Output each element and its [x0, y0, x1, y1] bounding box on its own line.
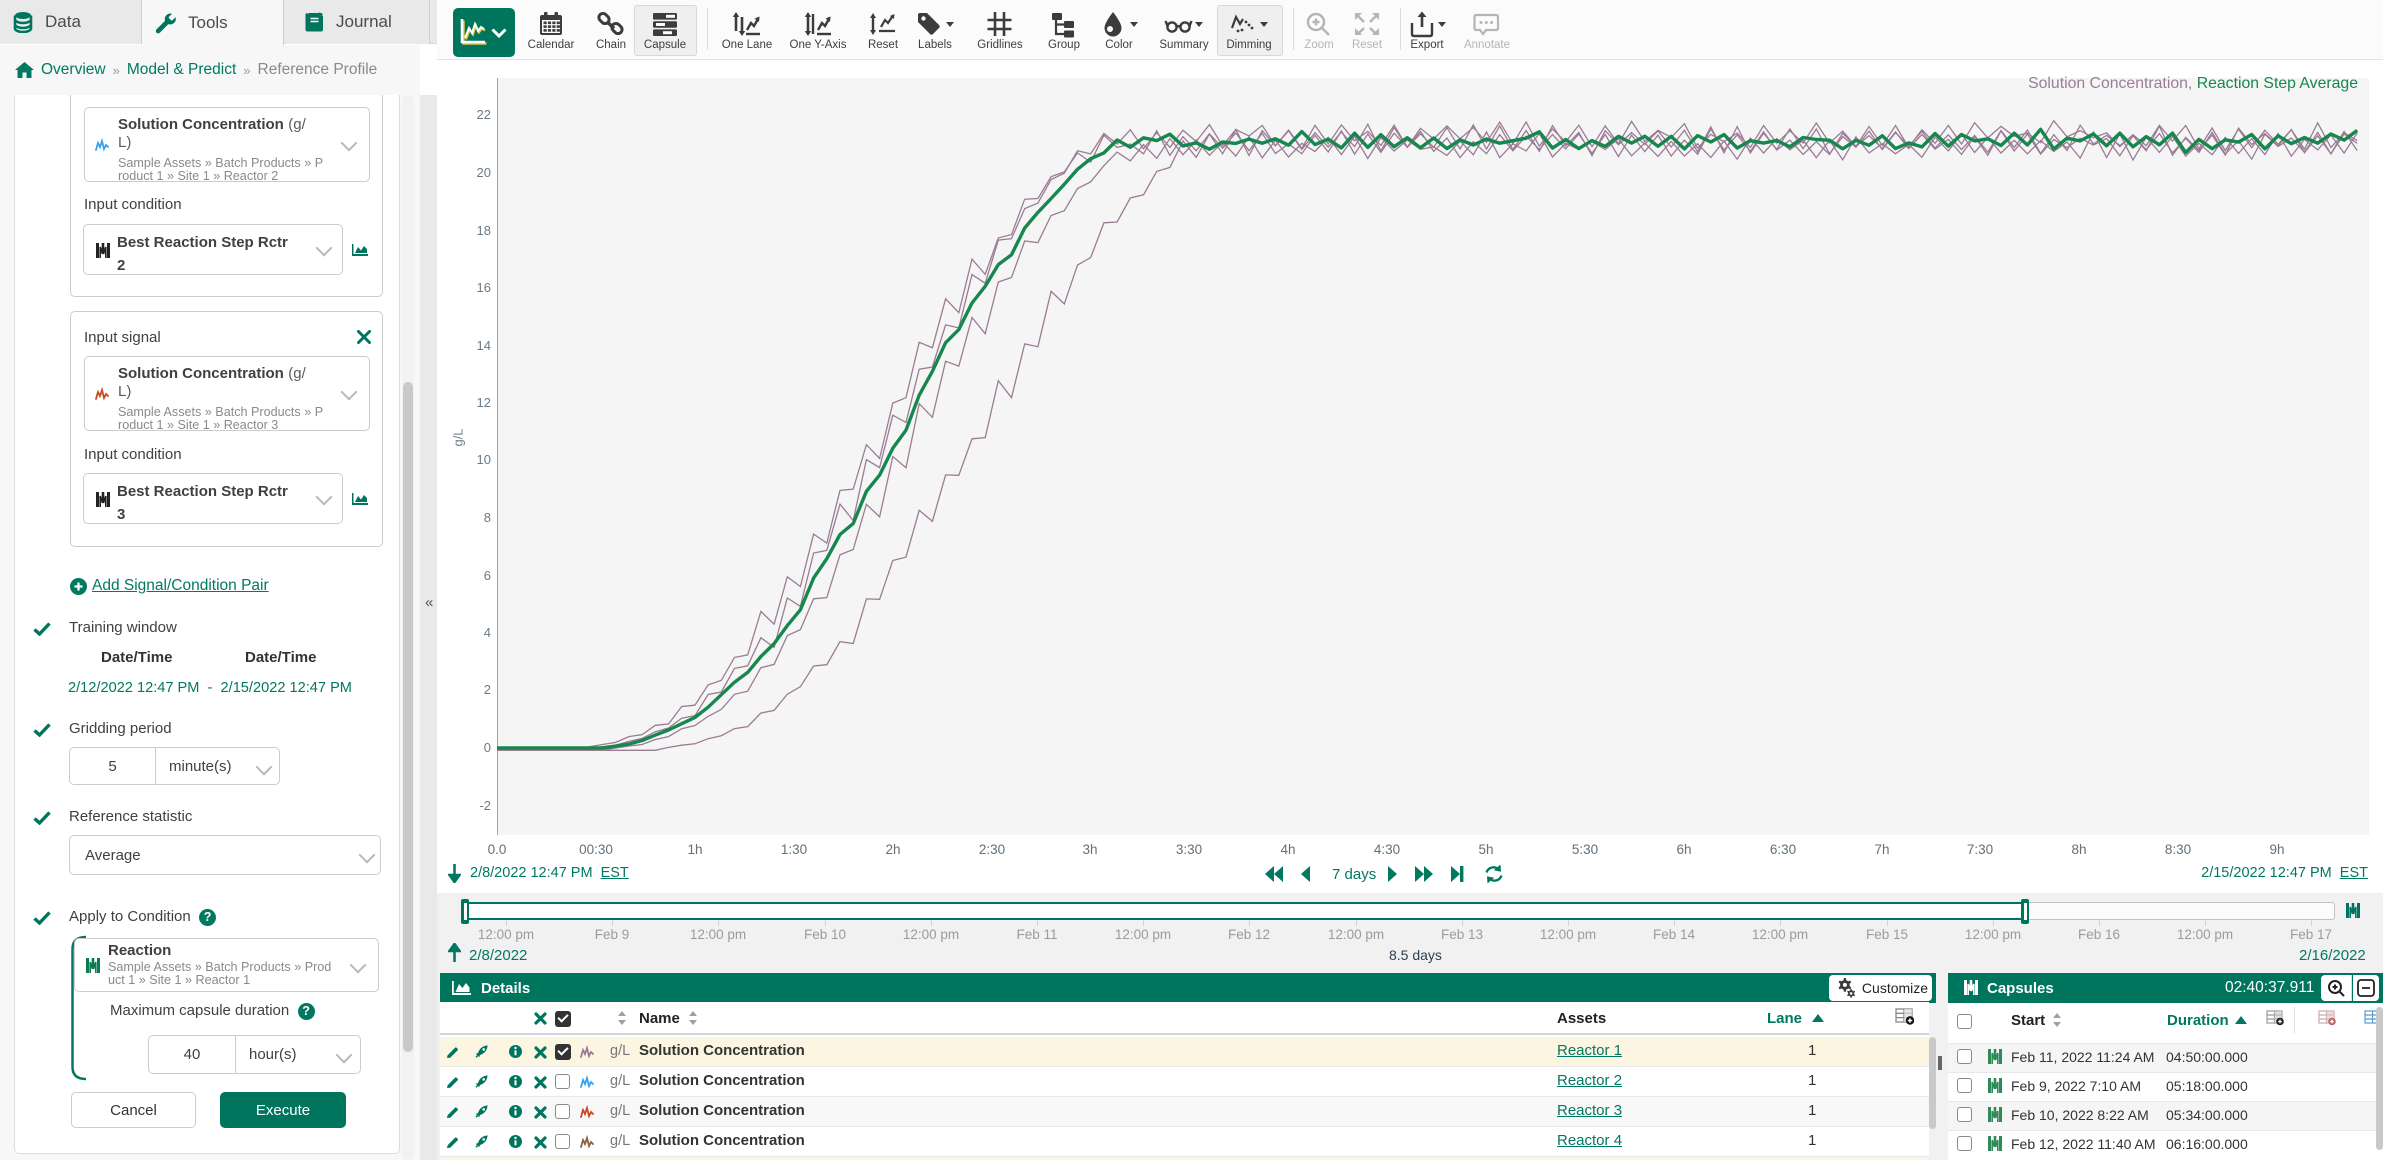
- svg-text:7 days: 7 days: [1332, 866, 1376, 883]
